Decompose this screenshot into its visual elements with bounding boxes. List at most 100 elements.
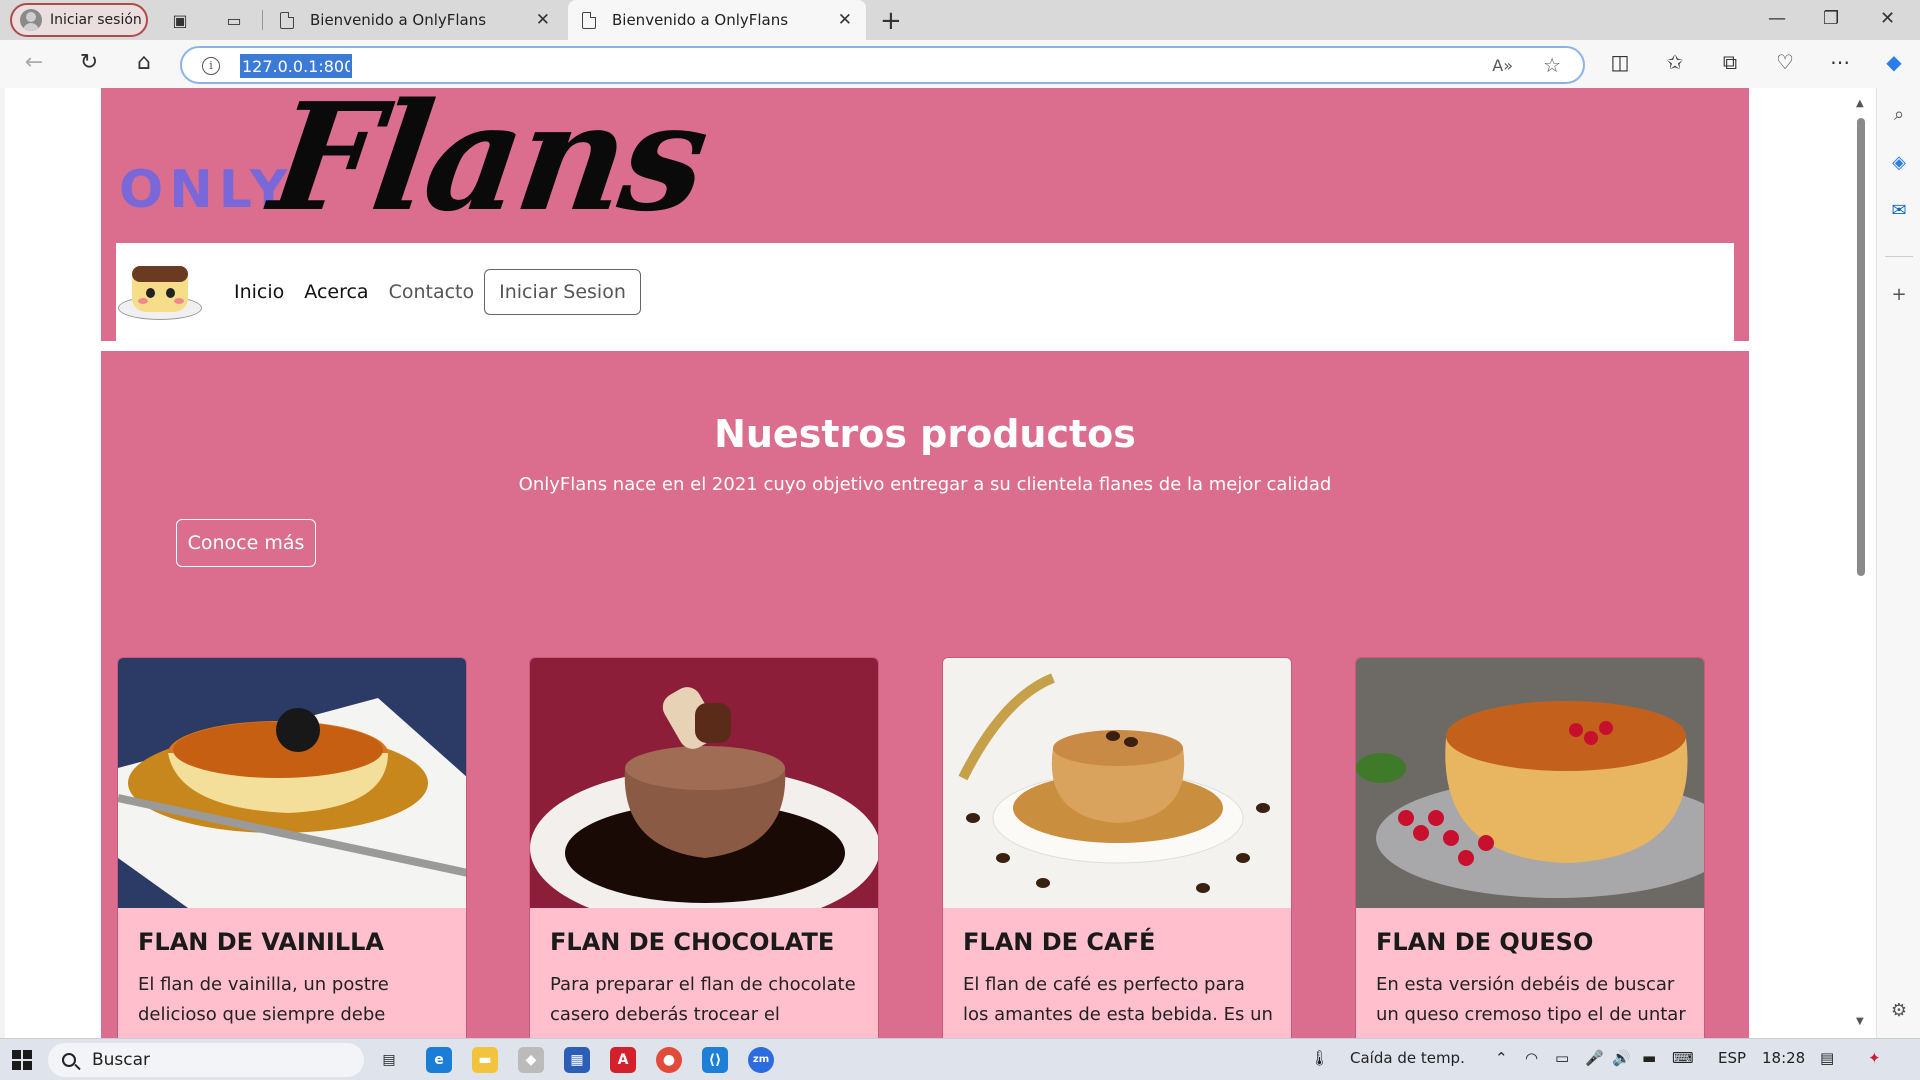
more-menu-icon[interactable]: ⋯ [1826, 50, 1854, 74]
profile-button[interactable]: Iniciar sesión [10, 3, 148, 37]
show-hidden-icon[interactable]: ⌃ [1495, 1049, 1508, 1067]
add-sidebar-icon[interactable]: + [1887, 284, 1911, 308]
logo-flans-text: Flans [261, 88, 715, 244]
tab-title: Bienvenido a OnlyFlans [612, 11, 789, 29]
flan-vainilla-image [118, 658, 466, 908]
close-tab-icon[interactable]: ✕ [536, 10, 550, 30]
favorites-icon[interactable]: ✩ [1661, 50, 1689, 74]
edge-sidebar: ⌕ ◈ ✉ + ⚙ [1876, 88, 1920, 1038]
favorite-star-icon[interactable]: ☆ [1543, 53, 1561, 77]
wifi-icon[interactable]: ◠ [1525, 1049, 1538, 1067]
zoom-icon[interactable]: zm [748, 1047, 774, 1073]
learn-more-button[interactable]: Conoce más [176, 519, 316, 567]
new-tab-icon[interactable]: + [880, 6, 902, 36]
product-description: El flan de café es perfecto para los ama… [963, 974, 1273, 1025]
weather-icon[interactable]: 🌡 [1310, 1049, 1329, 1067]
split-screen-icon[interactable]: ◫ [1606, 50, 1634, 74]
back-icon[interactable]: ← [20, 50, 48, 75]
product-description: El flan de vainilla, un postre delicioso… [138, 974, 389, 1025]
store-icon[interactable]: ▦ [564, 1047, 590, 1073]
site-container: ONLY Flans Inicio Acerca Contacto Inicia… [101, 88, 1749, 1038]
product-title: FLAN DE CHOCOLATE [550, 928, 835, 956]
tab-actions-icon[interactable]: ▭ [222, 8, 246, 32]
url-input[interactable] [240, 54, 352, 78]
taskbar-search-label: Buscar [92, 1050, 151, 1070]
browser-essentials-icon[interactable]: ♡ [1771, 50, 1799, 74]
edge-taskbar-icon[interactable]: e [426, 1047, 452, 1073]
header-divider [101, 341, 1749, 351]
nav-link-contacto[interactable]: Contacto [389, 281, 475, 303]
taskbar: Buscar ▤ e ▬ ◆ ▦ A ● ⟨⟩ zm 🌡 Caída de te… [0, 1038, 1920, 1080]
flan-queso-image [1356, 658, 1704, 908]
address-bar[interactable]: i A» ☆ [180, 46, 1585, 84]
vscode-icon[interactable]: ⟨⟩ [702, 1047, 728, 1073]
product-card-chocolate[interactable]: FLAN DE CHOCOLATE Para preparar el flan … [529, 657, 879, 1038]
product-description: Para preparar el flan de chocolate caser… [550, 974, 856, 1025]
windows-start-icon[interactable] [12, 1050, 32, 1070]
product-title: FLAN DE VAINILLA [138, 928, 384, 956]
tab-1[interactable]: Bienvenido a OnlyFlans ✕ [266, 0, 564, 40]
tab-2[interactable]: Bienvenido a OnlyFlans ✕ [568, 0, 866, 40]
language-label[interactable]: ESP [1718, 1049, 1746, 1067]
window-close-icon[interactable]: ✕ [1880, 8, 1895, 29]
copilot-icon[interactable]: ◆ [1880, 50, 1908, 74]
page-viewport: ONLY Flans Inicio Acerca Contacto Inicia… [5, 88, 1876, 1038]
battery-icon[interactable]: ▬ [1642, 1049, 1656, 1067]
tab-strip: Iniciar sesión ▣ ▭ Bienvenido a OnlyFlan… [0, 0, 1920, 40]
workspaces-icon[interactable]: ▣ [168, 8, 192, 32]
flan-chocolate-image [530, 658, 878, 908]
product-card-queso[interactable]: FLAN DE QUESO En esta versión debéis de … [1355, 657, 1705, 1038]
profile-label: Iniciar sesión [50, 12, 142, 28]
hero-title: Nuestros productos [714, 412, 1136, 456]
scroll-down-icon[interactable]: ▼ [1856, 1016, 1864, 1027]
restore-icon[interactable]: ❐ [1823, 8, 1839, 29]
product-description: En esta versión debéis de buscar un ques… [1376, 974, 1686, 1025]
vertical-scrollbar[interactable]: ▲ ▼ [1853, 88, 1869, 1038]
home-icon[interactable]: ⌂ [130, 50, 158, 75]
outlook-icon[interactable]: ✉ [1887, 200, 1911, 224]
copilot-taskbar-icon[interactable]: ✦ [1868, 1049, 1881, 1067]
clock[interactable]: 18:28 [1762, 1049, 1805, 1067]
avatar-icon [20, 9, 42, 31]
collections-icon[interactable]: ⧉ [1716, 50, 1744, 74]
taskbar-search[interactable]: Buscar [48, 1043, 364, 1077]
nav-link-acerca[interactable]: Acerca [304, 281, 368, 303]
notifications-icon[interactable]: ▤ [1820, 1049, 1834, 1067]
tab-title: Bienvenido a OnlyFlans [310, 11, 487, 29]
close-tab-icon[interactable]: ✕ [838, 10, 852, 30]
navbar: Inicio Acerca Contacto Iniciar Sesion [116, 243, 1734, 341]
weather-label[interactable]: Caída de temp. [1350, 1049, 1465, 1067]
page-icon [280, 11, 294, 29]
product-card-cafe[interactable]: FLAN DE CAFÉ El flan de café es perfecto… [942, 657, 1292, 1038]
display-icon[interactable]: ▭ [1555, 1049, 1569, 1067]
acrobat-icon[interactable]: A [610, 1047, 636, 1073]
nav-link-inicio[interactable]: Inicio [234, 281, 284, 303]
copilot-sidebar-icon[interactable]: ◈ [1887, 152, 1911, 176]
site-info-icon[interactable]: i [202, 57, 220, 75]
login-button[interactable]: Iniciar Sesion [484, 269, 641, 315]
browser-toolbar: ← ↻ ⌂ i A» ☆ ◫ ✩ ⧉ ♡ ⋯ ◆ [0, 40, 1920, 88]
app-icon[interactable]: ◆ [518, 1047, 544, 1073]
product-title: FLAN DE QUESO [1376, 928, 1594, 956]
scroll-up-icon[interactable]: ▲ [1856, 98, 1864, 109]
search-icon[interactable]: ⌕ [1887, 104, 1911, 128]
microphone-icon[interactable]: 🎤 [1585, 1049, 1604, 1067]
file-explorer-icon[interactable]: ▬ [472, 1047, 498, 1073]
product-title: FLAN DE CAFÉ [963, 928, 1156, 956]
volume-icon[interactable]: 🔊 [1612, 1049, 1631, 1067]
page-icon [582, 11, 596, 29]
task-view-icon[interactable]: ▤ [376, 1047, 402, 1073]
read-aloud-icon[interactable]: A» [1492, 56, 1513, 75]
settings-icon[interactable]: ⚙ [1887, 1000, 1911, 1024]
brand-flan-icon[interactable] [118, 262, 202, 322]
product-card-vainilla[interactable]: FLAN DE VAINILLA El flan de vainilla, un… [117, 657, 467, 1038]
minimize-icon[interactable]: — [1768, 8, 1786, 29]
site-logo[interactable]: ONLY Flans [119, 88, 714, 244]
scrollbar-thumb[interactable] [1857, 118, 1865, 576]
refresh-icon[interactable]: ↻ [75, 50, 103, 75]
hero-subtitle: OnlyFlans nace en el 2021 cuyo objetivo … [518, 474, 1332, 495]
chrome-icon[interactable]: ● [656, 1047, 682, 1073]
keyboard-icon[interactable]: ⌨ [1672, 1049, 1694, 1067]
flan-cafe-image [943, 658, 1291, 908]
search-icon [62, 1053, 76, 1067]
